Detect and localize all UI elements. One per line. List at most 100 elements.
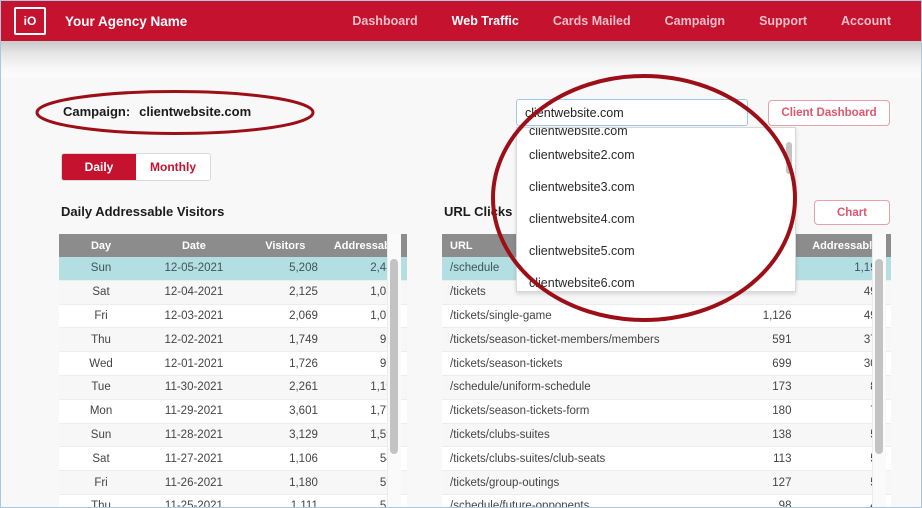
top-navigation-bar: iO Your Agency Name Dashboard Web Traffi…	[1, 1, 921, 41]
table-row[interactable]: Sun 11-28-2021 3,129 1,597	[59, 423, 407, 448]
table-row[interactable]: Fri 12-03-2021 2,069 1,070	[59, 304, 407, 329]
dropdown-option-2[interactable]: clientwebsite3.com	[517, 171, 795, 203]
table-row[interactable]: /schedule/future-opponents9849	[442, 494, 891, 507]
cell-day: Fri	[59, 470, 144, 495]
column-header-date[interactable]: Date	[143, 234, 245, 257]
cell-visitors: 3,129	[244, 423, 326, 448]
table-row[interactable]: Fri11-26-20211,180592	[59, 470, 407, 495]
cell-visitors: 1,726	[244, 351, 326, 376]
cell-url: /tickets/clubs-suites/club-seats	[442, 446, 708, 472]
period-toggle: Daily Monthly	[61, 153, 211, 181]
campaign-dropdown-list: clientwebsite.com clientwebsite2.com cli…	[516, 127, 796, 292]
cell-clicks: 699	[707, 351, 800, 376]
cell-day: Thu	[59, 494, 144, 507]
table-row[interactable]: Sun 12-05-2021 5,208 2,481	[59, 257, 407, 281]
table-row[interactable]: /tickets/group-outings12750	[442, 470, 891, 495]
visitors-grid: Day Date Visitors Addressable Sun 12-05-2…	[59, 234, 407, 507]
urlclicks-table-body: /schedule1,195/tickets492/tickets/single…	[442, 257, 891, 507]
cell-date: 12-03-2021	[143, 304, 245, 329]
cell-date: 11-27-2021	[143, 446, 245, 472]
cell-date: 11-29-2021	[143, 399, 245, 424]
dropdown-scrollbar-thumb[interactable]	[786, 142, 792, 174]
dropdown-option-5[interactable]: clientwebsite6.com	[517, 267, 795, 291]
nav-item-campaign[interactable]: Campaign	[665, 14, 725, 28]
table-row[interactable]: Mon 11-29-2021 3,601 1,777	[59, 399, 407, 424]
table-row[interactable]: Thu12-02-20211,749910	[59, 327, 407, 353]
cell-clicks: 173	[707, 375, 800, 400]
table-row[interactable]: /tickets/single-game1,126491	[442, 304, 891, 329]
nav-item-dashboard[interactable]: Dashboard	[352, 14, 417, 28]
cell-visitors: 1,111	[244, 494, 326, 507]
nav-item-support[interactable]: Support	[759, 14, 807, 28]
table-row[interactable]: /tickets/season-tickets-form18079	[442, 399, 891, 424]
column-header-day[interactable]: Day	[59, 234, 144, 257]
table-row[interactable]: /tickets/season-tickets699302	[442, 351, 891, 376]
campaign-label: Campaign:	[63, 104, 131, 119]
table-row[interactable]: /tickets/clubs-suites/club-seats11352	[442, 446, 891, 472]
table-row[interactable]: /schedule/uniform-schedule17380	[442, 375, 891, 400]
campaign-value: clientwebsite.com	[139, 104, 252, 119]
campaign-search: clientwebsite.com clientwebsite2.com cli…	[516, 99, 796, 292]
nav-item-cards-mailed[interactable]: Cards Mailed	[553, 14, 631, 28]
cell-clicks: 1,126	[707, 304, 800, 329]
dropdown-option-0[interactable]: clientwebsite.com	[517, 128, 795, 139]
io-logo-icon[interactable]: iO	[14, 7, 46, 35]
table-row[interactable]: Tue 11-30-2021 2,261 1,199	[59, 375, 407, 400]
cell-date: 12-04-2021	[143, 280, 245, 305]
client-dashboard-button[interactable]: Client Dashboard	[768, 100, 890, 126]
cell-visitors: 5,208	[244, 257, 326, 281]
cell-url: /tickets/group-outings	[442, 470, 708, 495]
table-row[interactable]: Thu11-25-20211,111555	[59, 494, 407, 507]
cell-date: 11-28-2021	[143, 423, 245, 448]
visitors-scrollbar-thumb[interactable]	[390, 259, 398, 454]
dropdown-option-4[interactable]: clientwebsite5.com	[517, 235, 795, 267]
header-gradient-strip	[1, 41, 921, 77]
nav-item-account[interactable]: Account	[841, 14, 891, 28]
cell-visitors: 3,601	[244, 399, 326, 424]
tab-monthly[interactable]: Monthly	[136, 154, 210, 180]
cell-date: 11-26-2021	[143, 470, 245, 495]
cell-day: Fri	[59, 304, 144, 329]
table-row[interactable]: /tickets/clubs-suites13856	[442, 423, 891, 448]
cell-url: /tickets/season-tickets	[442, 351, 708, 376]
cell-day: Sat	[59, 446, 144, 472]
campaign-search-input[interactable]	[516, 99, 748, 126]
url-clicks-title: URL Clicks	[444, 204, 513, 219]
cell-date: 11-30-2021	[143, 375, 245, 400]
cell-clicks: 98	[707, 494, 800, 507]
logo-label: iO	[23, 14, 37, 28]
cell-day: Sat	[59, 280, 144, 305]
campaign-summary: Campaign: clientwebsite.com	[63, 104, 251, 119]
cell-clicks: 127	[707, 470, 800, 495]
table-row[interactable]: Sat 12-04-2021 2,125 1,030	[59, 280, 407, 305]
dropdown-option-3[interactable]: clientwebsite4.com	[517, 203, 795, 235]
cell-day: Tue	[59, 375, 144, 400]
table-row[interactable]: /tickets/season-ticket-members/members 59…	[442, 327, 891, 353]
cell-visitors: 1,749	[244, 327, 326, 353]
cell-date: 11-25-2021	[143, 494, 245, 507]
cell-clicks: 138	[707, 423, 800, 448]
nav-item-web-traffic[interactable]: Web Traffic	[452, 14, 519, 28]
cell-date: 12-02-2021	[143, 327, 245, 353]
cell-url: /tickets/clubs-suites	[442, 423, 708, 448]
urlclicks-scrollbar-thumb[interactable]	[875, 259, 883, 454]
nav-links: Dashboard Web Traffic Cards Mailed Campa…	[318, 14, 891, 28]
cell-clicks: 113	[707, 446, 800, 472]
cell-date: 12-01-2021	[143, 351, 245, 376]
daily-visitors-table: Day Date Visitors Addressable Sun 12-05-2…	[59, 234, 407, 507]
column-header-visitors[interactable]: Visitors	[244, 234, 326, 257]
table-row[interactable]: Sat11-27-20211,106549	[59, 446, 407, 472]
cell-date: 12-05-2021	[143, 257, 245, 281]
cell-day: Wed	[59, 351, 144, 376]
dropdown-option-1[interactable]: clientwebsite2.com	[517, 139, 795, 171]
cell-visitors: 2,069	[244, 304, 326, 329]
daily-visitors-title: Daily Addressable Visitors	[61, 204, 225, 219]
chart-button[interactable]: Chart	[814, 200, 890, 225]
cell-day: Sun	[59, 423, 144, 448]
cell-visitors: 1,106	[244, 446, 326, 472]
tab-daily[interactable]: Daily	[62, 154, 136, 180]
visitors-table-body: Sun 12-05-2021 5,208 2,481 Sat 12-04-2021 2,12…	[59, 257, 407, 507]
cell-url: /tickets/season-ticket-members/members	[442, 327, 708, 353]
table-row[interactable]: Wed12-01-20211,726919	[59, 351, 407, 376]
cell-day: Mon	[59, 399, 144, 424]
